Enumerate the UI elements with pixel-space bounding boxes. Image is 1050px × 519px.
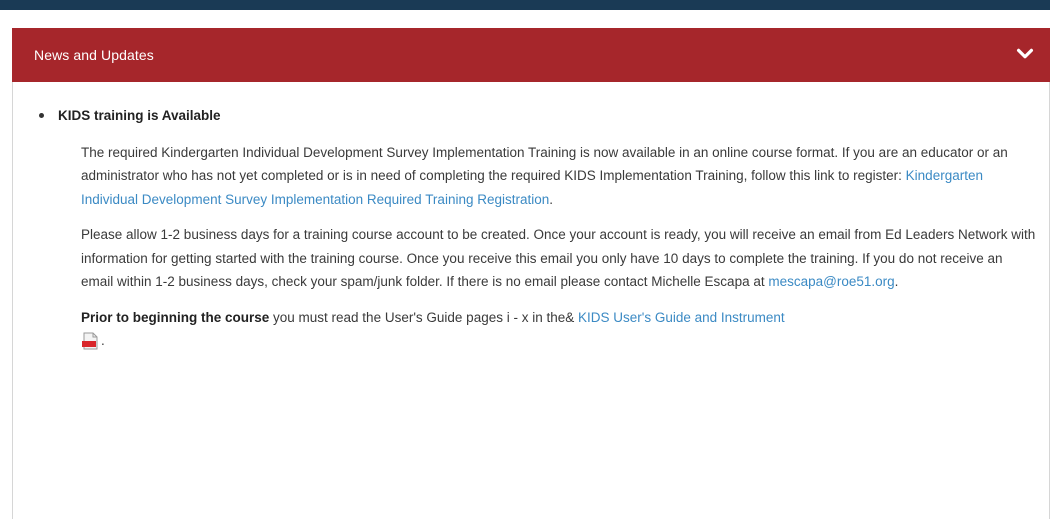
email-link[interactable]: mescapa@roe51.org: [768, 274, 894, 289]
emphasis-text: Prior to beginning the course: [81, 309, 270, 325]
paragraph-prerequisite: Prior to beginning the course you must r…: [81, 306, 1038, 353]
pdf-file-icon[interactable]: [81, 332, 101, 350]
paragraph-training-info: The required Kindergarten Individual Dev…: [81, 141, 1038, 212]
top-navigation-bar: [0, 0, 1050, 10]
news-panel-header[interactable]: News and Updates: [12, 28, 1050, 82]
bullet-icon: [39, 113, 44, 118]
panel-title: News and Updates: [34, 47, 154, 63]
users-guide-link[interactable]: KIDS User's Guide and Instrument: [578, 310, 785, 325]
item-title: KIDS training is Available: [58, 108, 221, 123]
chevron-down-icon[interactable]: [1014, 43, 1036, 65]
paragraph-text: The required Kindergarten Individual Dev…: [81, 144, 1008, 184]
news-content: KIDS training is Available The required …: [39, 104, 1038, 365]
paragraph-end: .: [894, 274, 899, 289]
list-item: KIDS training is Available: [39, 104, 1038, 128]
paragraph-end: .: [101, 333, 105, 348]
paragraph-text: you must read the User's Guide pages i -…: [269, 309, 578, 325]
paragraph-account-info: Please allow 1-2 business days for a tra…: [81, 223, 1038, 294]
paragraph-end: .: [549, 191, 554, 207]
